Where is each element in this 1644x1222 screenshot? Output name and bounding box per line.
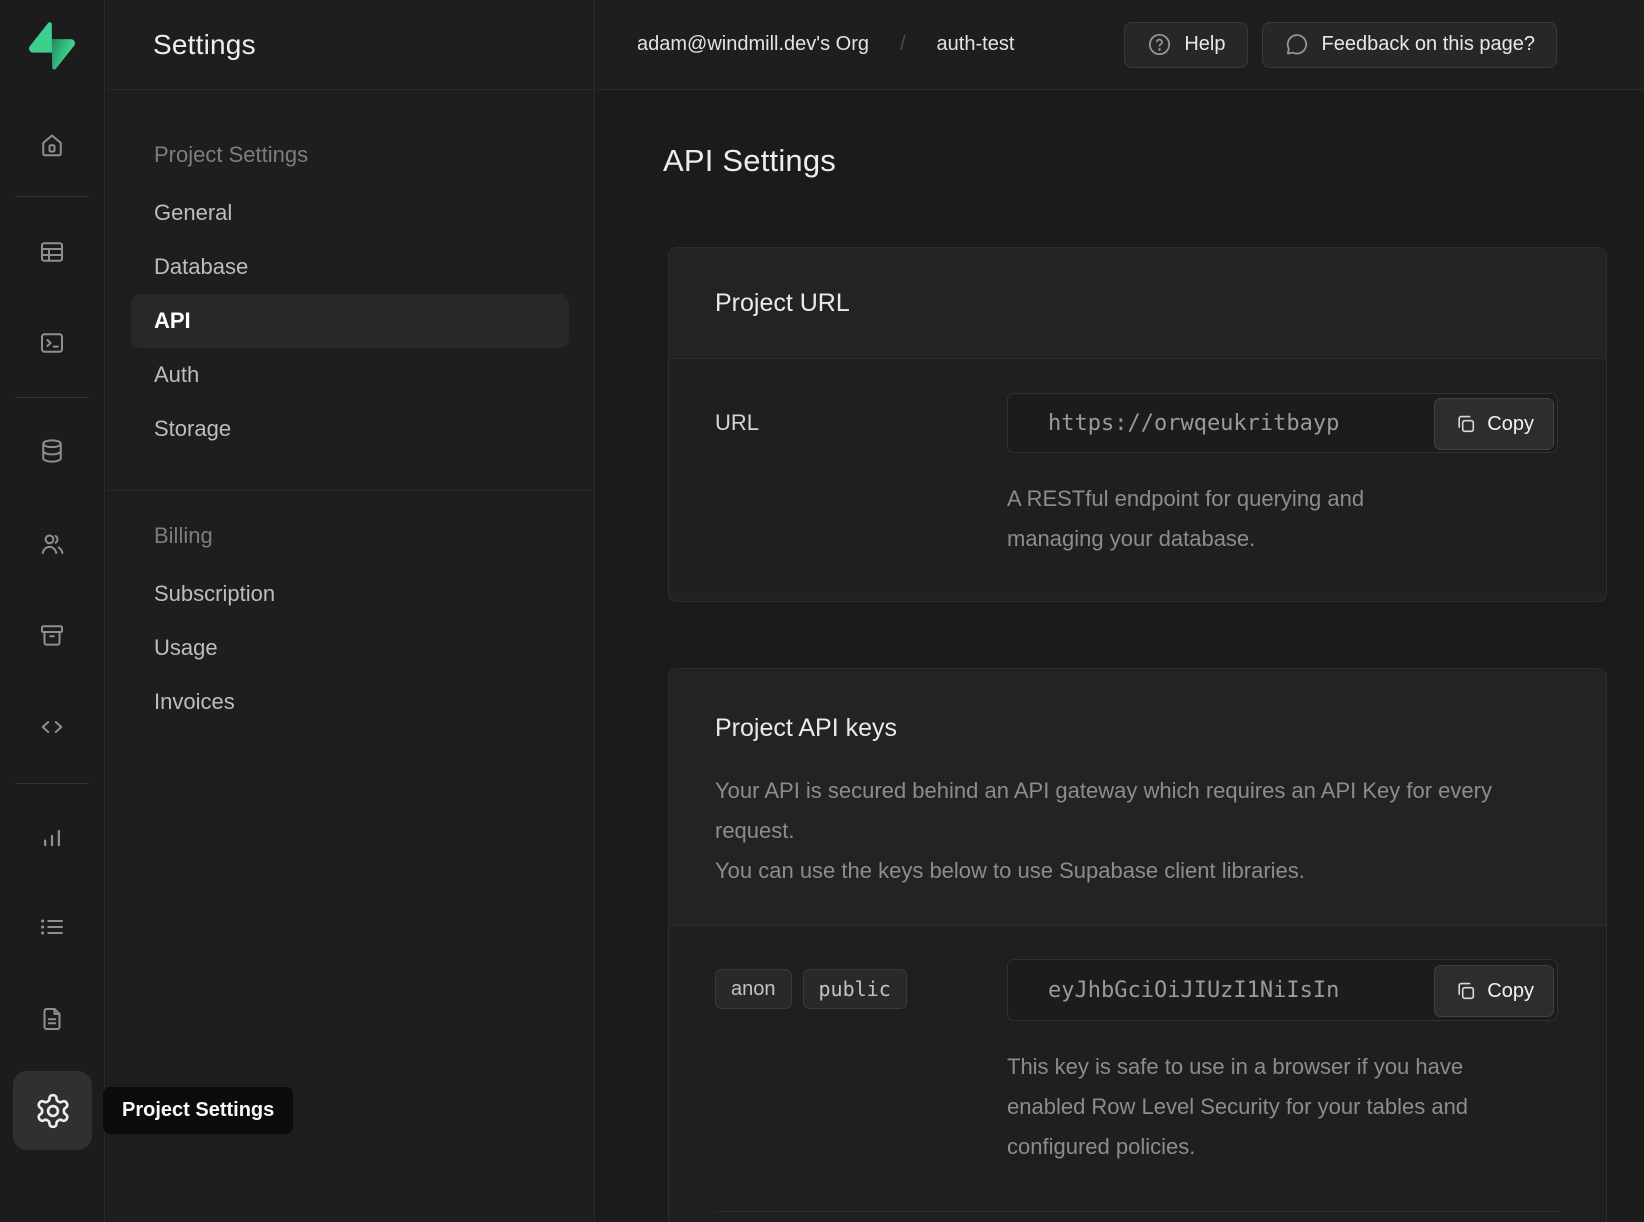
url-label: URL [715, 393, 1007, 559]
page-title: API Settings [663, 143, 1644, 179]
authentication-icon[interactable] [30, 524, 74, 564]
project-api-keys-card: Project API keys Your API is secured beh… [668, 668, 1607, 1222]
nav-section-divider [106, 490, 594, 491]
storage-icon[interactable] [30, 615, 74, 655]
help-button[interactable]: Help [1124, 22, 1247, 68]
help-circle-icon [1146, 31, 1173, 58]
breadcrumb-separator: / [900, 33, 906, 56]
sidebar-item-storage[interactable]: Storage [131, 402, 569, 456]
sidebar-item-auth[interactable]: Auth [131, 348, 569, 402]
sidebar-item-general[interactable]: General [131, 186, 569, 240]
rail-divider [15, 783, 89, 784]
api-keys-description-1: Your API is secured behind an API gatewa… [715, 771, 1515, 851]
project-url-value: https://orwqeukritbayp [1008, 411, 1339, 436]
copy-key-label: Copy [1487, 980, 1534, 1003]
project-url-title: Project URL [715, 289, 850, 318]
api-keys-title: Project API keys [715, 711, 1560, 745]
table-editor-icon[interactable] [30, 232, 74, 272]
copy-url-label: Copy [1487, 413, 1534, 436]
project-url-field[interactable]: https://orwqeukritbayp Copy [1007, 393, 1558, 453]
topbar-actions: Help Feedback on this page? [1124, 22, 1557, 68]
sidebar-item-database[interactable]: Database [131, 240, 569, 294]
logs-icon[interactable] [30, 907, 74, 947]
sidebar-item-usage[interactable]: Usage [131, 621, 569, 675]
breadcrumb-org[interactable]: adam@windmill.dev's Org [637, 33, 869, 56]
project-url-card-body: URL https://orwqeukritbayp Copy [669, 359, 1606, 593]
sql-editor-icon[interactable] [30, 323, 74, 363]
settings-nav: Project Settings General Database API Au… [106, 90, 594, 729]
breadcrumb-project[interactable]: auth-test [937, 33, 1015, 56]
settings-gear-button[interactable] [13, 1071, 92, 1150]
sidebar-item-subscription[interactable]: Subscription [131, 567, 569, 621]
copy-key-button[interactable]: Copy [1434, 965, 1554, 1017]
section-header-billing: Billing [154, 521, 594, 551]
key-badges: anon public [715, 959, 1007, 1167]
sidebar-header: Settings [106, 0, 594, 90]
public-badge: public [803, 969, 907, 1009]
reports-icon[interactable] [30, 817, 74, 857]
sidebar-item-invoices[interactable]: Invoices [131, 675, 569, 729]
next-key-row-divider [715, 1211, 1560, 1222]
section-header-project-settings: Project Settings [154, 140, 594, 170]
feedback-bubble-icon [1284, 31, 1311, 58]
anon-badge: anon [715, 969, 792, 1009]
anon-key-value: eyJhbGciOiJIUzI1NiIsIn [1008, 978, 1339, 1003]
project-url-description: A RESTful endpoint for querying and mana… [1007, 479, 1459, 559]
docs-icon[interactable] [30, 999, 74, 1039]
rail-divider [15, 397, 89, 398]
nav-rail [0, 0, 105, 1222]
sidebar-item-api[interactable]: API [131, 294, 569, 348]
feedback-button-label: Feedback on this page? [1322, 33, 1536, 56]
anon-key-description: This key is safe to use in a browser if … [1007, 1047, 1507, 1167]
copy-url-button[interactable]: Copy [1434, 398, 1554, 450]
rail-divider [15, 196, 89, 197]
copy-icon [1454, 979, 1478, 1003]
project-url-card-header: Project URL [669, 248, 1606, 359]
project-url-card: Project URL URL https://orwqeukritbayp [668, 247, 1607, 602]
settings-sidebar: Settings Project Settings General Databa… [106, 0, 595, 1222]
anon-key-field[interactable]: eyJhbGciOiJIUzI1NiIsIn Copy [1007, 959, 1558, 1021]
anon-key-row: anon public eyJhbGciOiJIUzI1NiIsIn [669, 926, 1606, 1222]
feedback-button[interactable]: Feedback on this page? [1262, 22, 1558, 68]
api-keys-description-2: You can use the keys below to use Supaba… [715, 851, 1560, 891]
help-button-label: Help [1184, 33, 1225, 56]
edge-functions-icon[interactable] [30, 707, 74, 747]
api-keys-card-header: Project API keys Your API is secured beh… [669, 669, 1606, 926]
top-bar: adam@windmill.dev's Org / auth-test Help… [596, 0, 1644, 90]
home-icon[interactable] [30, 125, 74, 165]
main-content: API Settings Project URL URL https://orw… [596, 91, 1644, 1222]
project-settings-tooltip: Project Settings [103, 1087, 293, 1134]
breadcrumb: adam@windmill.dev's Org / auth-test [637, 33, 1014, 56]
copy-icon [1454, 412, 1478, 436]
sidebar-title: Settings [153, 29, 256, 61]
supabase-logo[interactable] [29, 22, 75, 70]
database-icon[interactable] [30, 431, 74, 471]
